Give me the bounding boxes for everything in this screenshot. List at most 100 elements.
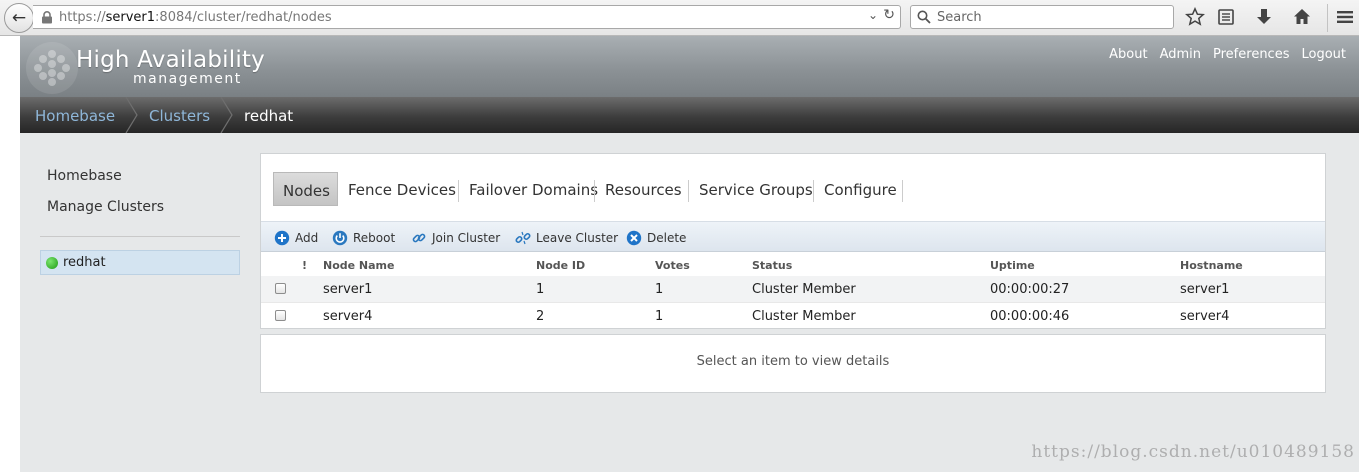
column-flag: !: [302, 259, 308, 272]
nodes-panel: Nodes Fence Devices Failover Domains Res…: [260, 153, 1326, 329]
url-host: server1: [105, 10, 156, 25]
breadcrumb-current: redhat: [244, 107, 294, 125]
tab-divider: [902, 180, 903, 202]
delete-label: Delete: [647, 230, 687, 245]
lock-icon: [42, 11, 52, 24]
power-icon: [332, 230, 348, 245]
cell-votes: 1: [655, 282, 664, 297]
column-votes[interactable]: Votes: [655, 259, 690, 272]
sidebar-cluster-redhat[interactable]: redhat: [40, 250, 240, 275]
nav-admin[interactable]: Admin: [1160, 47, 1201, 62]
cell-hostname: server4: [1180, 309, 1230, 324]
toolbar-divider: [1327, 4, 1328, 32]
breadcrumb-clusters[interactable]: Clusters: [149, 107, 210, 125]
sidebar-manage-clusters[interactable]: Manage Clusters: [47, 199, 164, 215]
cell-node-name: server1: [323, 282, 373, 297]
reload-icon[interactable]: ↻: [883, 7, 895, 23]
cell-uptime: 00:00:00:46: [990, 309, 1070, 324]
nav-logout[interactable]: Logout: [1301, 47, 1346, 62]
browser-toolbar: ← https://server1:8084/cluster/redhat/no…: [0, 0, 1359, 36]
download-icon[interactable]: [1254, 7, 1274, 27]
url-path: :8084/cluster/redhat/nodes: [155, 10, 332, 25]
unlink-icon: [515, 231, 531, 244]
tab-configure[interactable]: Configure: [824, 172, 897, 206]
row-checkbox[interactable]: [275, 310, 286, 321]
breadcrumb-homebase[interactable]: Homebase: [35, 107, 115, 125]
cell-uptime: 00:00:00:27: [990, 282, 1070, 297]
main-area: Homebase Manage Clusters redhat Nodes Fe…: [20, 133, 1359, 472]
delete-icon: [626, 230, 642, 245]
tab-label: Nodes: [283, 182, 330, 200]
url-scheme: https://: [59, 10, 106, 25]
star-icon[interactable]: [1185, 7, 1205, 27]
reboot-button[interactable]: Reboot: [332, 222, 395, 253]
cluster-logo-icon: [26, 42, 78, 94]
cell-votes: 1: [655, 309, 664, 324]
home-icon[interactable]: [1292, 7, 1312, 27]
sidebar-divider: [40, 236, 240, 237]
column-hostname[interactable]: Hostname: [1180, 259, 1243, 272]
cell-node-id: 2: [536, 309, 545, 324]
tab-failover-domains[interactable]: Failover Domains: [469, 172, 598, 206]
link-icon: [412, 233, 426, 242]
cluster-status-icon: [46, 257, 58, 269]
cell-status: Cluster Member: [752, 282, 856, 297]
leave-cluster-button[interactable]: Leave Cluster: [515, 222, 618, 253]
nav-preferences[interactable]: Preferences: [1213, 47, 1289, 62]
address-bar[interactable]: https://server1:8084/cluster/redhat/node…: [33, 5, 901, 29]
breadcrumb: Homebase Clusters redhat: [20, 97, 1359, 133]
app-subtitle: management: [133, 71, 242, 87]
search-icon: [917, 10, 931, 24]
tab-divider: [458, 180, 459, 202]
tab-divider: [688, 180, 689, 202]
url-text: https://server1:8084/cluster/redhat/node…: [59, 10, 332, 25]
column-uptime[interactable]: Uptime: [990, 259, 1035, 272]
tab-label: Service Groups: [699, 181, 813, 199]
column-status[interactable]: Status: [752, 259, 792, 272]
chevron-down-icon[interactable]: ⌄: [868, 8, 878, 22]
add-icon: [274, 230, 290, 245]
tab-service-groups[interactable]: Service Groups: [699, 172, 813, 206]
nav-about[interactable]: About: [1109, 47, 1147, 62]
tab-nodes[interactable]: Nodes: [273, 172, 338, 206]
cell-hostname: server1: [1180, 282, 1230, 297]
details-placeholder: Select an item to view details: [696, 354, 890, 369]
page-margin: [0, 36, 20, 472]
back-arrow-icon[interactable]: ←: [4, 3, 34, 33]
tab-label: Failover Domains: [469, 181, 599, 199]
add-button[interactable]: Add: [274, 222, 318, 253]
tab-label: Fence Devices: [348, 181, 456, 199]
tab-label: Resources: [605, 181, 682, 199]
app-header: High Availability management About Admin…: [0, 36, 1359, 97]
row-checkbox[interactable]: [275, 283, 286, 294]
breadcrumb-separator: [125, 97, 138, 133]
tab-fence-devices[interactable]: Fence Devices: [348, 172, 456, 206]
menu-icon[interactable]: [1335, 7, 1355, 27]
column-node-id[interactable]: Node ID: [536, 259, 585, 272]
tab-divider: [813, 180, 814, 202]
delete-button[interactable]: Delete: [626, 222, 686, 253]
cell-node-id: 1: [536, 282, 545, 297]
tab-divider: [594, 180, 595, 202]
column-node-name[interactable]: Node Name: [323, 259, 394, 272]
sidebar-homebase[interactable]: Homebase: [47, 168, 122, 184]
breadcrumb-separator: [220, 97, 233, 133]
search-input[interactable]: [935, 8, 1167, 26]
cluster-name: redhat: [63, 255, 106, 270]
top-nav: About Admin Preferences Logout: [1109, 47, 1346, 62]
join-cluster-button[interactable]: Join Cluster: [411, 222, 500, 253]
tab-resources[interactable]: Resources: [605, 172, 682, 206]
add-label: Add: [295, 230, 319, 245]
table-row[interactable]: server4 2 1 Cluster Member 00:00:00:46 s…: [261, 302, 1325, 328]
watermark: https://blog.csdn.net/u010489158: [1031, 442, 1355, 462]
action-toolbar: Add Reboot Join Cluster Leave Cluster De…: [261, 221, 1325, 252]
cell-node-name: server4: [323, 309, 373, 324]
reading-list-icon[interactable]: [1216, 7, 1236, 27]
join-cluster-label: Join Cluster: [432, 230, 501, 245]
tab-label: Configure: [824, 181, 897, 199]
table-row[interactable]: server1 1 1 Cluster Member 00:00:00:27 s…: [261, 276, 1325, 302]
cell-status: Cluster Member: [752, 309, 856, 324]
reboot-label: Reboot: [353, 230, 396, 245]
browser-search[interactable]: [910, 5, 1174, 29]
app-title: High Availability: [76, 47, 265, 73]
